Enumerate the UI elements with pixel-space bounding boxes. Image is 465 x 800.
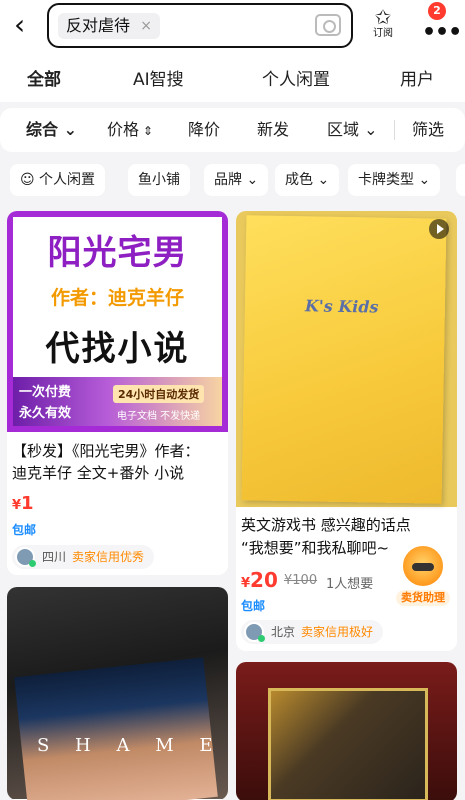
chip-brand[interactable]: 品牌 ⌄ [204, 164, 269, 196]
sort-label: 综合 [26, 120, 59, 139]
product-title: “我想要”和我私聊吧~ [241, 539, 390, 557]
product-image: K's Kids [236, 211, 457, 507]
shipping-tag: 包邮 [241, 599, 266, 613]
chevron-down-icon: ⌄ [414, 172, 431, 188]
chevron-down-icon: ⌄ [242, 172, 259, 188]
chip-label: 成色 [285, 172, 313, 188]
product-price: ¥20 [241, 568, 278, 592]
product-title: 【秒发】《阳光宅男》作者： [12, 442, 200, 460]
tab-ai-search[interactable]: AI智搜 [133, 68, 184, 92]
product-card[interactable] [236, 662, 457, 800]
chevron-down-icon: ⌄ [58, 120, 77, 139]
cover-band-tag: 24小时自动发货 [113, 385, 205, 403]
play-icon[interactable] [429, 219, 449, 239]
product-image: S H A M E [7, 587, 228, 800]
search-query-text: 反对虐待 [66, 16, 131, 35]
dvd-title: S H A M E [37, 735, 223, 756]
notification-badge: 2 [428, 2, 446, 20]
camera-icon[interactable] [315, 14, 341, 36]
more-dots-icon: ••• [422, 20, 462, 45]
product-image [236, 662, 457, 800]
filter-button[interactable]: 筛选 [412, 119, 444, 141]
chevron-down-icon: ⌄ [313, 172, 330, 188]
search-tabs: 全部 AI智搜 个人闲置 用户 [0, 58, 465, 102]
product-image: 阳光宅男 作者：迪克羊仔 代找小说 一次付费 永久有效 24小时自动发货 电子文… [7, 211, 228, 432]
filter-bar: 综合 ⌄ 价格 ⇕ 降价 新发 区域 ⌄ 筛选 [0, 108, 465, 152]
chip-personal-idle[interactable]: ☺ 个人闲置 [10, 164, 106, 196]
product-title: 英文游戏书 感兴趣的话点 [241, 516, 411, 534]
product-price: ¥1 [12, 493, 34, 514]
new-filter[interactable]: 新发 [257, 119, 289, 141]
cover-author: 作者：迪克羊仔 [50, 287, 184, 309]
seller-credit: 卖家信用极好 [301, 625, 374, 639]
currency-symbol: ¥ [241, 576, 251, 591]
discount-filter[interactable]: 降价 [188, 119, 220, 141]
sales-assistant-button[interactable]: 卖货助理 [396, 544, 450, 606]
region-dropdown[interactable]: 区域 ⌄ [327, 119, 378, 141]
seller-credit: 卖家信用优秀 [72, 550, 145, 564]
region-label: 区域 [327, 120, 360, 139]
back-arrow-icon[interactable]: ‹ [14, 11, 38, 40]
dvd-cover [14, 657, 218, 800]
chip-label: 卡牌类型 [358, 172, 414, 188]
sort-arrows-icon: ⇕ [139, 124, 153, 138]
more-button[interactable]: ••• 2 [420, 2, 462, 46]
seller-info[interactable]: 四川 卖家信用优秀 [12, 545, 155, 569]
book-brand: K's Kids [304, 296, 379, 317]
chip-overflow[interactable] [456, 164, 465, 196]
cover-band-text: 永久有效 [19, 406, 72, 421]
search-box[interactable]: 反对虐待 × [47, 3, 353, 48]
chevron-down-icon: ⌄ [359, 120, 378, 139]
tab-users[interactable]: 用户 [400, 68, 434, 92]
chip-label: 个人闲置 [39, 172, 96, 188]
search-query-chip[interactable]: 反对虐待 × [58, 13, 161, 39]
cover-band-text: 一次付费 [19, 385, 72, 400]
product-card[interactable]: 阳光宅男 作者：迪克羊仔 代找小说 一次付费 永久有效 24小时自动发货 电子文… [7, 211, 228, 575]
sort-dropdown[interactable]: 综合 ⌄ [26, 119, 77, 141]
chip-label: 品牌 [214, 172, 242, 188]
subscribe-icon: ✩ [374, 5, 392, 29]
price-sort[interactable]: 价格 ⇕ [107, 119, 153, 142]
cover-slogan: 代找小说 [45, 329, 190, 369]
currency-symbol: ¥ [12, 498, 22, 513]
product-title: 迪克羊仔 全文+番外 小说 [12, 464, 185, 482]
person-icon: ☺ [20, 172, 40, 188]
framed-picture [268, 688, 428, 800]
price-label: 价格 [107, 120, 140, 139]
seller-location: 北京 [271, 625, 296, 639]
tab-all[interactable]: 全部 [27, 68, 61, 92]
seller-info[interactable]: 北京 卖家信用极好 [241, 620, 384, 644]
chip-condition[interactable]: 成色 ⌄ [275, 164, 340, 196]
quick-filter-chips: ☺ 个人闲置 鱼小铺 品牌 ⌄ 成色 ⌄ 卡牌类型 ⌄ [0, 161, 465, 199]
assistant-avatar-icon [401, 544, 445, 588]
clear-query-icon[interactable]: × [140, 13, 152, 39]
cover-band-note: 电子文档 不发快递 [117, 411, 201, 422]
tab-personal-idle[interactable]: 个人闲置 [262, 68, 330, 92]
original-price: ¥100 [284, 573, 318, 588]
seller-location: 四川 [42, 550, 67, 564]
assistant-label: 卖货助理 [396, 590, 450, 606]
online-dot [29, 560, 36, 567]
top-bar: ‹ 反对虐待 × ✩ 订阅 ••• 2 [0, 0, 465, 58]
online-dot [258, 635, 265, 642]
chip-card-type[interactable]: 卡牌类型 ⌄ [348, 164, 441, 196]
price-value: 1 [21, 493, 34, 514]
subscribe-label: 订阅 [373, 28, 393, 39]
price-value: 20 [250, 568, 278, 592]
cover-band: 一次付费 永久有效 24小时自动发货 电子文档 不发快递 [13, 377, 222, 426]
cover-title: 阳光宅男 [47, 233, 188, 273]
product-card[interactable]: S H A M E [7, 587, 228, 800]
subscribe-button[interactable]: ✩ 订阅 [368, 7, 398, 41]
chip-fish-shop[interactable]: 鱼小铺 [128, 164, 190, 196]
want-count: 1人想要 [326, 577, 374, 592]
shipping-tag: 包邮 [12, 523, 37, 537]
divider [394, 120, 395, 140]
book-photo: K's Kids [241, 215, 447, 504]
